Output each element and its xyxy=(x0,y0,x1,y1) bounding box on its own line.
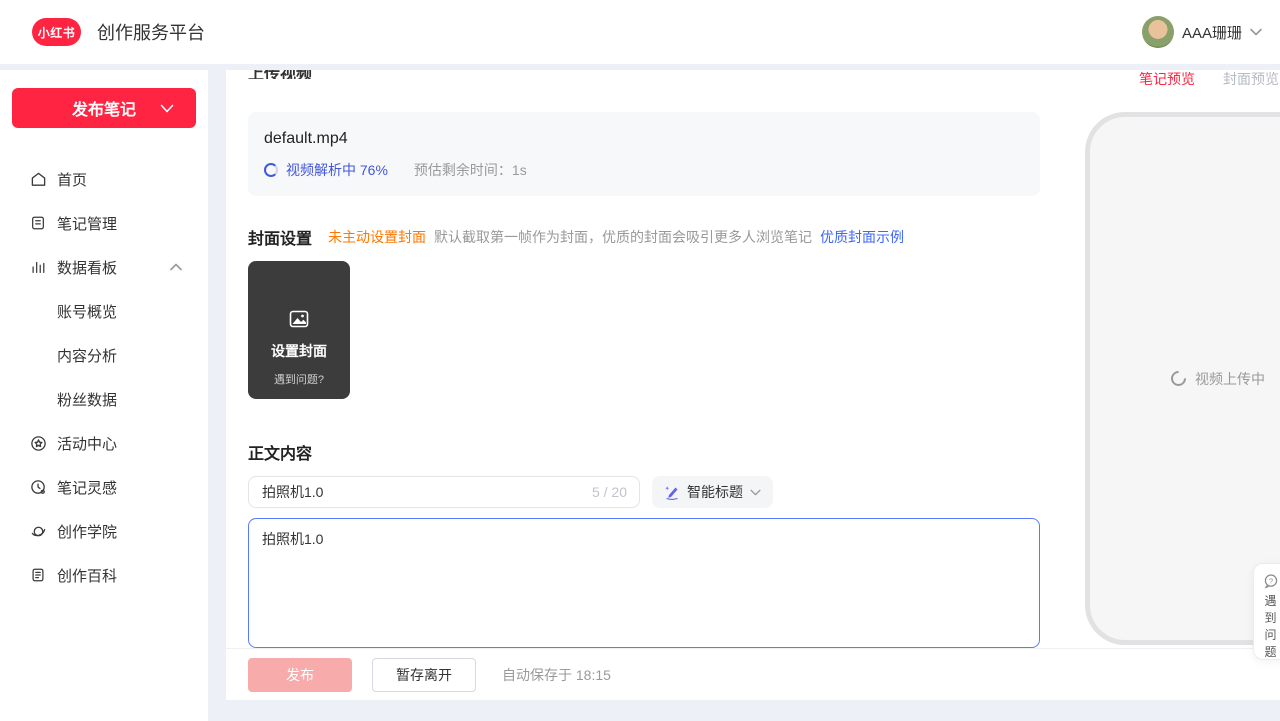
sidebar: 发布笔记 首页 笔记管理 数据看板 账号概览 内容分析 粉丝数据 xyxy=(0,70,208,721)
sidebar-subitem-content-analysis[interactable]: 内容分析 xyxy=(0,333,208,377)
user-menu[interactable]: AAA珊珊 xyxy=(1142,0,1262,64)
publish-button[interactable]: 发布 xyxy=(248,658,352,692)
xiaohongshu-logo[interactable]: 小红书 xyxy=(32,18,81,46)
question-bubble-icon: ? xyxy=(1263,573,1279,589)
preview-tabs: 笔记预览 封面预览 xyxy=(1139,70,1279,89)
cover-example-link[interactable]: 优质封面示例 xyxy=(820,227,904,247)
cover-hint: 默认截取第一帧作为封面，优质的封面会吸引更多人浏览笔记 xyxy=(434,227,812,247)
progress-spinner-icon xyxy=(264,163,278,177)
upload-section-title: 上传视频 xyxy=(248,70,312,79)
set-cover-label: 设置封面 xyxy=(271,341,327,361)
chart-icon xyxy=(29,258,47,276)
sidebar-subitem-account-overview[interactable]: 账号概览 xyxy=(0,289,208,333)
autosave-status: 自动保存于 18:15 xyxy=(502,665,611,685)
home-icon xyxy=(29,170,47,188)
svg-text:?: ? xyxy=(1268,576,1272,585)
eta-text: 预估剩余时间：1s xyxy=(414,160,527,180)
publish-note-button[interactable]: 发布笔记 xyxy=(12,88,196,128)
top-header: 小红书 创作服务平台 AAA珊珊 xyxy=(0,0,1280,64)
chevron-down-icon xyxy=(1250,28,1262,36)
help-widget-label: 遇 到 问 题 xyxy=(1264,594,1276,659)
sidebar-item-activity-center[interactable]: 活动中心 xyxy=(0,421,208,465)
uploading-spinner-icon xyxy=(1168,368,1189,389)
chevron-down-icon xyxy=(160,104,174,113)
note-icon xyxy=(29,214,47,232)
save-and-leave-button[interactable]: 暂存离开 xyxy=(372,658,476,692)
user-name: AAA珊珊 xyxy=(1182,22,1242,43)
note-preview-phone: 视频上传中 xyxy=(1085,112,1280,645)
magic-pen-icon xyxy=(664,484,680,500)
uploading-text: 视频上传中 xyxy=(1195,369,1265,389)
sidebar-item-creation-wiki[interactable]: 创作百科 xyxy=(0,553,208,597)
sidebar-item-data-dashboard[interactable]: 数据看板 xyxy=(0,245,208,289)
sidebar-item-note-inspiration[interactable]: 笔记灵感 xyxy=(0,465,208,509)
sidebar-item-creation-academy[interactable]: 创作学院 xyxy=(0,509,208,553)
title-input[interactable] xyxy=(248,476,640,508)
cover-section-title: 封面设置 xyxy=(248,225,312,249)
chevron-down-icon xyxy=(750,489,761,496)
cover-problem-link[interactable]: 遇到问题? xyxy=(274,371,324,387)
smart-title-button[interactable]: 智能标题 xyxy=(652,476,773,508)
inspiration-icon xyxy=(29,478,47,496)
content-section-title: 正文内容 xyxy=(248,440,312,464)
activity-icon xyxy=(29,434,47,452)
chevron-up-icon xyxy=(170,263,182,271)
sidebar-item-home[interactable]: 首页 xyxy=(0,157,208,201)
tab-cover-preview[interactable]: 封面预览 xyxy=(1223,70,1279,89)
sidebar-item-note-management[interactable]: 笔记管理 xyxy=(0,201,208,245)
tab-note-preview[interactable]: 笔记预览 xyxy=(1139,70,1195,89)
image-icon xyxy=(287,307,311,331)
parse-status: 视频解析中 76% xyxy=(286,160,388,180)
sidebar-menu: 首页 笔记管理 数据看板 账号概览 内容分析 粉丝数据 活动中心 xyxy=(0,157,208,597)
academy-icon xyxy=(29,522,47,540)
body-textarea[interactable]: 拍照机1.0 xyxy=(248,518,1040,648)
set-cover-button[interactable]: 设置封面 遇到问题? xyxy=(248,261,350,399)
bottom-action-bar: 发布 暂存离开 自动保存于 18:15 xyxy=(226,648,1280,700)
help-widget[interactable]: ? 遇 到 问 题 xyxy=(1253,563,1280,660)
upload-file-card: default.mp4 视频解析中 76% 预估剩余时间：1s xyxy=(248,112,1040,196)
wiki-icon xyxy=(29,566,47,584)
page-title: 创作服务平台 xyxy=(97,19,205,45)
avatar[interactable] xyxy=(1142,16,1174,48)
file-name: default.mp4 xyxy=(264,130,1024,148)
sidebar-subitem-fans-data[interactable]: 粉丝数据 xyxy=(0,377,208,421)
main-panel: 上传视频 default.mp4 视频解析中 76% 预估剩余时间：1s 封面设… xyxy=(226,70,1280,700)
cover-warning: 未主动设置封面 xyxy=(328,227,426,247)
